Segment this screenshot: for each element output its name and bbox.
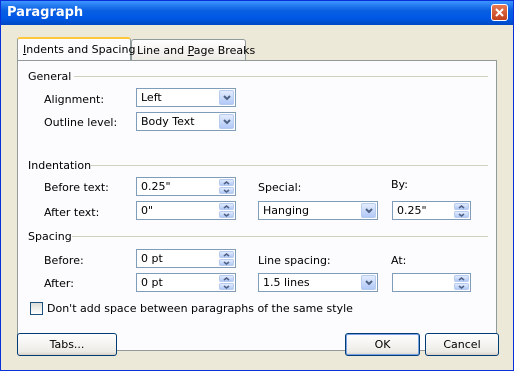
spacing-separator (72, 236, 488, 237)
title-bar[interactable]: Paragraph (1, 1, 513, 25)
at-input[interactable] (392, 273, 471, 292)
chevron-down-icon (223, 213, 230, 217)
chevron-up-icon (223, 253, 230, 257)
chevron-down-icon (223, 285, 230, 289)
close-icon (495, 8, 504, 17)
at-spinner[interactable] (454, 275, 469, 290)
by-input[interactable]: 0.25" (392, 201, 471, 220)
by-value: 0.25" (397, 204, 427, 217)
alignment-dropdown-button[interactable] (219, 90, 234, 105)
chevron-down-icon (223, 95, 231, 101)
outline-level-select[interactable]: Body Text (136, 112, 236, 131)
special-dropdown-button[interactable] (361, 203, 376, 218)
before-text-value: 0.25" (141, 180, 171, 193)
spin-down-button[interactable] (454, 283, 469, 290)
chevron-down-icon (223, 119, 231, 125)
chevron-down-icon (223, 189, 230, 193)
tab-label: age Breaks (193, 44, 256, 57)
after-text-label: After text: (44, 206, 100, 219)
dialog-body: Indents and Spacing Line and Page Breaks… (1, 25, 513, 370)
line-spacing-select[interactable]: 1.5 lines (258, 273, 378, 292)
special-label: Special: (258, 181, 302, 194)
indentation-separator (90, 165, 488, 166)
before-text-label: Before text: (44, 181, 109, 194)
special-value: Hanging (263, 204, 309, 217)
close-button[interactable] (491, 4, 508, 21)
at-label: At: (391, 254, 407, 267)
chevron-down-icon (458, 213, 465, 217)
outline-level-label: Outline level: (44, 116, 118, 129)
before-text-spinner[interactable] (219, 179, 234, 194)
spacing-before-value: 0 pt (141, 252, 163, 265)
outline-level-value: Body Text (141, 115, 195, 128)
spin-down-button[interactable] (219, 259, 234, 266)
before-text-input[interactable]: 0.25" (136, 177, 236, 196)
alignment-select[interactable]: Left (136, 88, 236, 107)
spin-up-button[interactable] (219, 179, 234, 186)
spacing-before-spinner[interactable] (219, 251, 234, 266)
chevron-up-icon (223, 205, 230, 209)
alignment-label: Alignment: (44, 93, 105, 106)
by-spinner[interactable] (454, 203, 469, 218)
after-text-value: 0" (141, 204, 154, 217)
tabs-button[interactable]: Tabs... (17, 333, 117, 356)
spin-up-button[interactable] (454, 203, 469, 210)
spin-up-button[interactable] (219, 275, 234, 282)
by-label: By: (391, 178, 408, 191)
chevron-down-icon (365, 208, 373, 214)
spin-up-button[interactable] (219, 251, 234, 258)
spacing-after-value: 0 pt (141, 276, 163, 289)
spacing-after-input[interactable]: 0 pt (136, 273, 236, 292)
spacing-after-spinner[interactable] (219, 275, 234, 290)
line-spacing-label: Line spacing: (258, 254, 331, 267)
line-spacing-value: 1.5 lines (263, 276, 310, 289)
chevron-up-icon (223, 277, 230, 281)
window-title: Paragraph (7, 5, 84, 20)
dont-add-space-label[interactable]: Don't add space between paragraphs of th… (47, 302, 353, 315)
chevron-down-icon (223, 261, 230, 265)
chevron-up-icon (458, 205, 465, 209)
paragraph-dialog: Paragraph Indents and Spacing Line and P… (0, 0, 514, 371)
chevron-up-icon (458, 277, 465, 281)
spin-down-button[interactable] (219, 211, 234, 218)
chevron-down-icon (458, 285, 465, 289)
tab-label: ndents and Spacing (26, 43, 136, 56)
spin-down-button[interactable] (219, 187, 234, 194)
spin-down-button[interactable] (219, 283, 234, 290)
spacing-before-label: Before: (44, 254, 84, 267)
alignment-value: Left (141, 91, 162, 104)
spin-up-button[interactable] (219, 203, 234, 210)
after-text-input[interactable]: 0" (136, 201, 236, 220)
tab-indents-and-spacing[interactable]: Indents and Spacing (17, 37, 135, 60)
tab-label: Line and (137, 44, 188, 57)
chevron-up-icon (223, 181, 230, 185)
spin-up-button[interactable] (454, 275, 469, 282)
line-spacing-dropdown-button[interactable] (361, 275, 376, 290)
special-select[interactable]: Hanging (258, 201, 378, 220)
spacing-before-input[interactable]: 0 pt (136, 249, 236, 268)
spacing-after-label: After: (44, 277, 74, 290)
ok-button[interactable]: OK (345, 333, 420, 356)
outline-level-dropdown-button[interactable] (219, 114, 234, 129)
general-separator (74, 76, 488, 77)
tab-line-and-page-breaks[interactable]: Line and Page Breaks (131, 39, 255, 60)
cancel-button[interactable]: Cancel (425, 333, 499, 356)
general-heading: General (28, 70, 72, 83)
indentation-heading: Indentation (28, 159, 92, 172)
after-text-spinner[interactable] (219, 203, 234, 218)
dont-add-space-checkbox[interactable] (30, 302, 43, 315)
spin-down-button[interactable] (454, 211, 469, 218)
spacing-heading: Spacing (28, 230, 72, 243)
chevron-down-icon (365, 280, 373, 286)
